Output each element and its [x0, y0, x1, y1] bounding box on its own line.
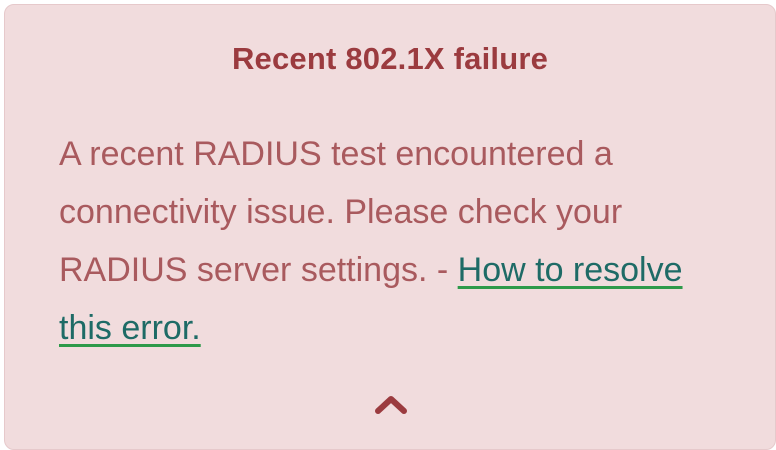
- alert-title: Recent 802.1X failure: [231, 41, 549, 76]
- alert-message-block: A recent RADIUS test encountered a conne…: [59, 125, 739, 357]
- radius-failure-alert: Recent 802.1X failure A recent RADIUS te…: [4, 4, 776, 450]
- chevron-up-icon: [375, 396, 407, 414]
- collapse-alert-button[interactable]: [371, 391, 411, 417]
